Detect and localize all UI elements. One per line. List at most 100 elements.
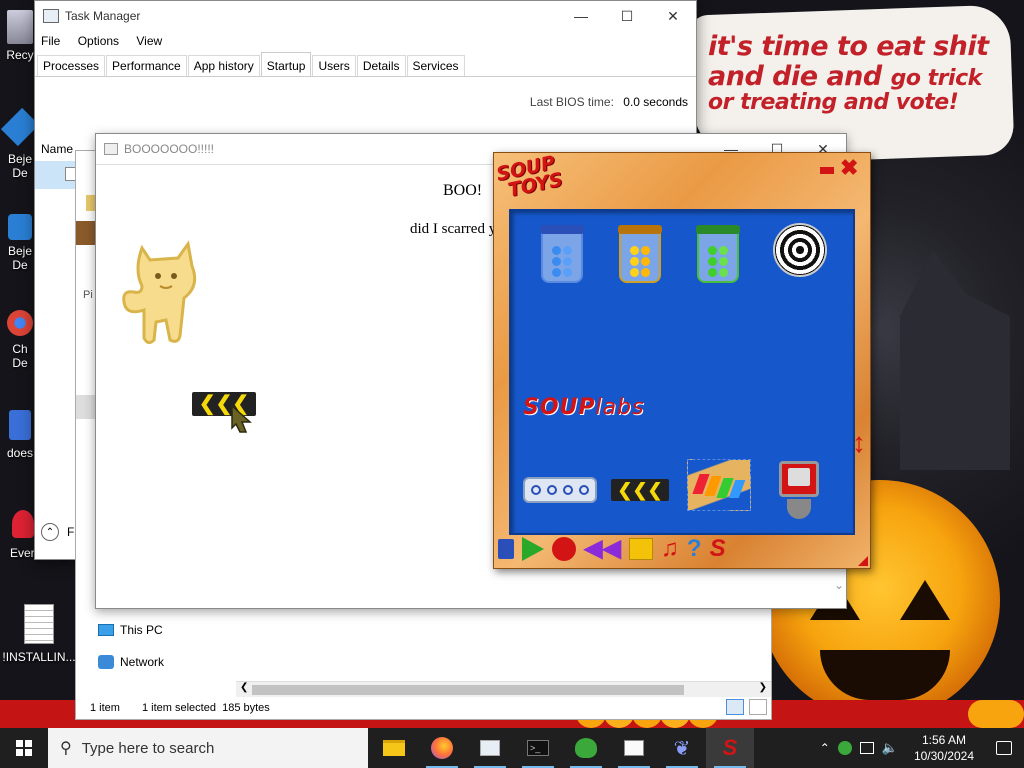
details-view-icon[interactable] xyxy=(726,699,744,715)
window-icon xyxy=(104,143,118,155)
nav-network[interactable]: Network xyxy=(98,655,164,669)
windows-logo-icon xyxy=(16,740,32,756)
start-button[interactable] xyxy=(0,728,48,768)
this-pc-label: This PC xyxy=(120,623,163,637)
desktop-icon-installing[interactable]: !INSTALLIN... xyxy=(2,604,76,664)
large-icons-view-icon[interactable] xyxy=(749,699,767,715)
minimize-button[interactable]: — xyxy=(558,8,604,24)
scroll-left-arrow-icon[interactable]: ❮ xyxy=(240,682,248,693)
tab-services[interactable]: Services xyxy=(406,55,465,76)
tab-app-history[interactable]: App history xyxy=(187,55,260,76)
taskbar-soup-toys[interactable]: S xyxy=(706,728,754,768)
boo-heading: BOO! xyxy=(443,182,483,199)
taskbar-clock[interactable]: 1:56 AM 10/30/2024 xyxy=(904,732,984,764)
menu-view[interactable]: View xyxy=(136,34,162,48)
soup-toys-window[interactable]: SOUP TOYS ✖ SOUPlabs ❮❮❮ ↕ ◀◀ ♫ ? S xyxy=(493,152,871,569)
soup-s-icon[interactable]: S xyxy=(710,537,726,561)
caption-line-3: or treating and vote! xyxy=(708,90,959,116)
taskbar-firefox[interactable] xyxy=(418,728,466,768)
bios-time-row: Last BIOS time: 0.0 seconds xyxy=(35,77,696,109)
window-icon xyxy=(624,740,644,756)
yellow-arrows-icon[interactable]: ❮❮❮ xyxy=(611,479,669,501)
taskbar-task-manager[interactable] xyxy=(466,728,514,768)
quick-access-pin-label: Pi xyxy=(83,289,93,301)
scrollbar-thumb[interactable] xyxy=(252,685,684,695)
chevron-up-icon: ⌃ xyxy=(41,523,59,541)
task-manager-title: Task Manager xyxy=(65,9,141,23)
control-pad-icon[interactable] xyxy=(523,477,597,503)
tab-performance[interactable]: Performance xyxy=(106,55,187,76)
close-button[interactable]: ✕ xyxy=(650,8,696,25)
tab-details[interactable]: Details xyxy=(356,55,406,76)
cat-drawing-icon xyxy=(122,240,197,345)
tab-startup[interactable]: Startup xyxy=(260,52,312,76)
taskbar-ghost-app[interactable]: ❦ xyxy=(658,728,706,768)
shortcut-icon xyxy=(9,410,31,440)
music-note-icon[interactable]: ♫ xyxy=(661,537,679,561)
notification-center-button[interactable] xyxy=(984,741,1024,755)
tab-processes[interactable]: Processes xyxy=(37,55,106,76)
caption-line-2b: go trick xyxy=(890,65,983,91)
soup-s-icon: S xyxy=(722,735,738,760)
rewind-icon[interactable]: ◀◀ xyxy=(584,537,621,561)
menu-options[interactable]: Options xyxy=(78,34,119,48)
status-selected: 1 item selected xyxy=(141,702,216,714)
horizontal-scrollbar[interactable]: ❮ ❯ xyxy=(236,681,771,697)
messenger-buddy-icon xyxy=(575,738,597,758)
taskbar-terminal[interactable]: >_ xyxy=(514,728,562,768)
gem-icon xyxy=(8,214,32,240)
taskbar-search-box[interactable]: ⚲ Type here to search xyxy=(48,728,368,768)
fewer-details-button[interactable]: ⌃ F xyxy=(41,523,74,541)
tube-icon[interactable] xyxy=(498,539,514,559)
chevron-up-icon[interactable]: ⌃ xyxy=(820,741,830,755)
scroll-down-icon[interactable]: ⌄ xyxy=(834,578,844,592)
maximize-button[interactable]: ☐ xyxy=(604,8,650,25)
volume-icon[interactable]: 🔈 xyxy=(882,740,898,756)
blue-jar-icon[interactable] xyxy=(540,225,584,283)
taskbar-boo-window[interactable] xyxy=(610,728,658,768)
scroll-right-arrow-icon[interactable]: ❯ xyxy=(759,682,767,693)
column-header-name[interactable]: Name xyxy=(41,142,73,156)
task-manager-titlebar[interactable]: Task Manager — ☐ ✕ xyxy=(35,1,696,31)
taskbar-file-explorer[interactable] xyxy=(370,728,418,768)
resize-grip-icon[interactable] xyxy=(858,556,868,566)
search-placeholder: Type here to search xyxy=(81,739,215,757)
record-icon[interactable] xyxy=(552,537,576,561)
fewer-details-label: F xyxy=(67,525,75,539)
witch-cursor-icon xyxy=(231,404,252,433)
network-icon[interactable] xyxy=(859,742,874,754)
firefox-icon xyxy=(431,737,453,759)
terminal-icon: >_ xyxy=(527,740,549,756)
play-icon[interactable] xyxy=(522,537,544,561)
network-icon xyxy=(98,655,114,669)
boo-subtext: did I scarred y xyxy=(410,221,497,237)
taskbar: ⚲ Type here to search >_ ❦ S ⌃ 🔈 1:56 AM… xyxy=(0,728,1024,768)
haunted-house-silhouette xyxy=(900,250,1010,470)
xylophone-icon[interactable] xyxy=(687,459,751,511)
soup-minimize-button[interactable] xyxy=(820,167,834,174)
wallpaper-caption: it's time to eat shit and die and go tri… xyxy=(708,32,1008,116)
menu-file[interactable]: File xyxy=(41,34,60,48)
hypno-spiral-icon[interactable] xyxy=(773,223,827,277)
bios-time-label: Last BIOS time: xyxy=(529,95,614,109)
bios-time-value: 0.0 seconds xyxy=(623,95,688,109)
tab-users[interactable]: Users xyxy=(312,55,356,76)
soup-close-button[interactable]: ✖ xyxy=(840,155,858,181)
messenger-tray-icon[interactable] xyxy=(837,741,852,755)
nav-this-pc[interactable]: This PC xyxy=(98,623,163,637)
tv-monitor-icon[interactable] xyxy=(779,461,819,497)
monitor-icon xyxy=(98,624,114,636)
small-pumpkin-right xyxy=(968,700,1024,728)
soup-toolbar: ◀◀ ♫ ? S xyxy=(498,537,726,561)
resize-vertical-arrow-icon[interactable]: ↕ xyxy=(852,429,866,457)
souplabs-logo: SOUPlabs xyxy=(523,395,645,420)
soup-toy-panel[interactable]: SOUPlabs ❮❮❮ xyxy=(509,209,855,535)
yellow-jar-icon[interactable] xyxy=(618,225,662,283)
green-jar-icon[interactable] xyxy=(696,225,740,283)
recycle-bin-icon xyxy=(7,10,33,44)
stop-icon[interactable] xyxy=(628,538,653,560)
text-file-icon xyxy=(24,604,54,644)
taskbar-messenger[interactable] xyxy=(562,728,610,768)
help-icon[interactable]: ? xyxy=(687,537,702,561)
task-manager-tabs: Processes Performance App history Startu… xyxy=(35,52,696,77)
